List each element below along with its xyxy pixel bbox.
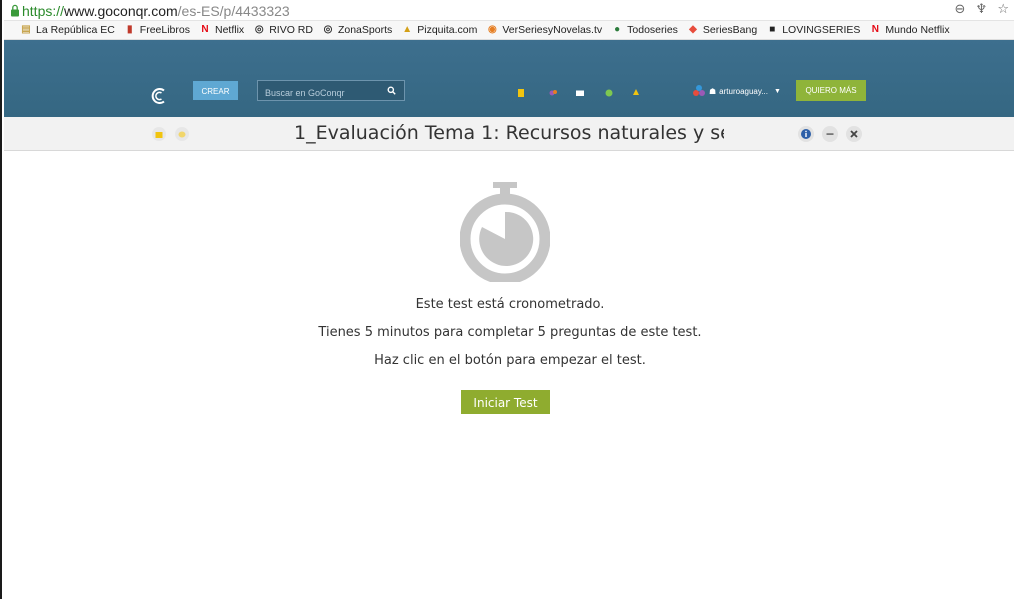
bookmark-label: ZonaSports — [337, 24, 393, 36]
bookmark-label: FreeLibros — [139, 24, 190, 36]
comment-icon[interactable] — [175, 127, 189, 141]
bookmark-label: Pizquita.com — [417, 24, 478, 36]
bookmark-item[interactable]: ▤ La República EC — [20, 24, 115, 36]
start-test-button[interactable]: Iniciar Test — [461, 390, 550, 414]
address-bar-icons[interactable]: ⊖ ♆ ☆ — [955, 2, 1012, 17]
notes-toggle-icon[interactable] — [152, 127, 166, 141]
soccer-icon: ◎ — [254, 24, 264, 35]
user-menu[interactable]: ☗ arturoaguay... ▼ — [692, 83, 781, 99]
bookmark-label: VerSeriesyNovelas.tv — [502, 24, 603, 36]
bookmark-item[interactable]: ▲ Pizquita.com — [401, 24, 477, 36]
todoseries-icon: ● — [614, 24, 621, 35]
bookmark-item[interactable]: ◎ RIVO RD — [253, 24, 313, 36]
netflix-icon: N — [871, 24, 880, 35]
site-header: CREAR ☗ arturoaguay... ▼ QUIERO MÁS — [4, 40, 1014, 117]
browser-window: https://www.goconqr.com/es-ES/p/4433323 … — [0, 0, 1014, 599]
bookmark-item[interactable]: ▮ FreeLibros — [124, 24, 190, 36]
page-title: 1_Evaluación Tema 1: Recursos naturales … — [294, 122, 724, 144]
search-icon[interactable] — [387, 86, 396, 95]
graduation-cap-icon: ☗ — [709, 86, 717, 96]
flashcards-icon[interactable] — [548, 88, 558, 98]
search-box[interactable] — [257, 80, 405, 103]
username: arturoaguay... — [719, 86, 768, 96]
bookmark-item[interactable]: ◆ SeriesBang — [687, 24, 757, 36]
bookmark-label: Mundo Netflix — [885, 24, 950, 36]
bookmarks-bar: ▤ La República EC ▮ FreeLibros N Netflix ◎ RIVO… — [4, 21, 1014, 40]
tv-icon: ◉ — [487, 24, 497, 35]
bookmark-item[interactable]: N Netflix — [199, 24, 244, 36]
bookmark-label: Netflix — [215, 24, 245, 36]
timed-notice: Este test está cronometrado. — [415, 297, 605, 312]
pizquita-icon: ▲ — [402, 24, 413, 35]
bell-icon[interactable] — [631, 88, 641, 98]
bookmark-label: LOVINGSERIES — [782, 24, 861, 36]
search-input[interactable] — [258, 83, 375, 103]
minimize-icon[interactable] — [822, 126, 838, 142]
instruction-text: Haz clic en el botón para empezar el tes… — [374, 353, 646, 368]
info-icon[interactable] — [798, 126, 814, 142]
notes-icon[interactable] — [516, 88, 526, 98]
soccer-icon: ◎ — [323, 24, 333, 35]
stopwatch-icon — [460, 182, 550, 282]
close-icon[interactable] — [846, 126, 862, 142]
time-limit-text: Tienes 5 minutos para completar 5 pregun… — [318, 325, 702, 340]
chevron-down-icon[interactable]: ▼ — [774, 88, 781, 95]
url-host: www.goconqr.com — [64, 3, 178, 19]
bookmark-label: SeriesBang — [702, 24, 758, 36]
lock-icon — [11, 4, 19, 17]
groups-icon[interactable] — [604, 88, 614, 98]
goconqr-logo-icon[interactable] — [150, 87, 168, 105]
bookmark-label: RIVO RD — [269, 24, 313, 36]
bookmark-item[interactable]: ■ LOVINGSERIES — [766, 24, 860, 36]
newspaper-icon: ▤ — [21, 24, 31, 35]
quiz-title-bar: 1_Evaluación Tema 1: Recursos naturales … — [4, 117, 1014, 151]
netflix-icon: N — [201, 24, 209, 35]
url-path: /es-ES/p/4433323 — [177, 3, 290, 19]
bookmark-item[interactable]: N Mundo Netflix — [869, 24, 950, 36]
bookmark-item[interactable]: ◎ ZonaSports — [322, 24, 393, 36]
lovingseries-icon: ■ — [769, 24, 776, 35]
bookmark-item[interactable]: ◉ VerSeriesyNovelas.tv — [486, 24, 602, 36]
bookmark-label: La República EC — [36, 24, 115, 36]
address-bar[interactable]: https://www.goconqr.com/es-ES/p/4433323 … — [4, 0, 1014, 21]
url-text[interactable]: https://www.goconqr.com/es-ES/p/4433323 — [22, 3, 290, 19]
book-icon: ▮ — [127, 24, 133, 35]
seriesbang-icon: ◆ — [689, 24, 697, 35]
bookmark-label: Todoseries — [627, 24, 678, 36]
bookmark-item[interactable]: ● Todoseries — [611, 24, 678, 36]
url-protocol: https:// — [22, 3, 65, 19]
quiero-mas-button[interactable]: QUIERO MÁS — [796, 80, 866, 101]
mail-icon[interactable] — [575, 88, 585, 98]
avatar — [693, 85, 705, 96]
crear-button[interactable]: CREAR — [193, 81, 238, 100]
